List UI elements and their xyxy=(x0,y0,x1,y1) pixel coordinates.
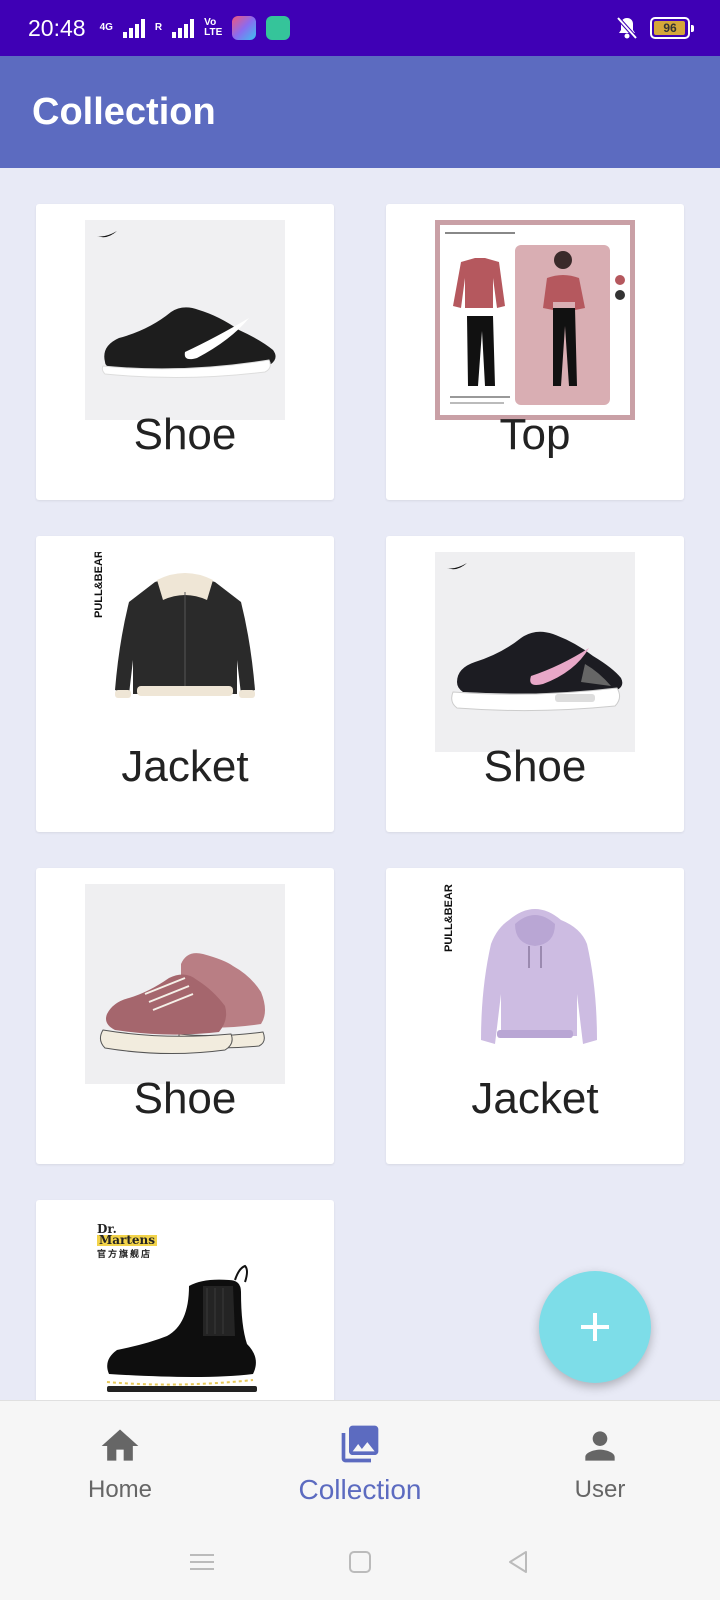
nav-item-collection[interactable]: Collection xyxy=(240,1401,480,1524)
item-label: Top xyxy=(499,410,571,459)
roaming-indicator: R xyxy=(154,22,163,33)
nav-item-home[interactable]: Home xyxy=(0,1401,240,1524)
brand-logo: PULL&BEAR xyxy=(443,884,455,952)
collection-card[interactable]: Dr. Martens 官方旗舰店 xyxy=(36,1200,334,1400)
collection-card[interactable]: Top xyxy=(386,204,684,500)
item-image xyxy=(85,884,285,1084)
battery-icon: 96 xyxy=(650,17,694,39)
item-image xyxy=(435,552,635,752)
item-label: Shoe xyxy=(483,742,587,791)
bell-off-icon xyxy=(616,16,638,40)
home-button-icon[interactable] xyxy=(346,1548,374,1576)
nav-label: Collection xyxy=(298,1473,422,1505)
item-image: PULL&BEAR xyxy=(85,552,285,752)
collection-card[interactable]: PULL&BEAR Jacket xyxy=(36,536,334,832)
nav-label: User xyxy=(574,1475,626,1503)
brand-logo: Dr. Martens 官方旗舰店 xyxy=(97,1222,158,1260)
nav-label: Home xyxy=(87,1475,153,1503)
status-time: 20:48 xyxy=(28,14,86,41)
volte-icon: Vo LTE xyxy=(204,17,223,38)
bottom-navigation: Home Collection User xyxy=(0,1400,720,1524)
page-title: Collection xyxy=(32,90,216,133)
back-icon[interactable] xyxy=(504,1548,532,1576)
item-image: Dr. Martens 官方旗舰店 xyxy=(85,1216,285,1400)
item-label: Jacket xyxy=(471,1074,599,1123)
add-item-button[interactable] xyxy=(539,1271,651,1383)
status-icons: 4G R Vo LTE xyxy=(100,16,291,40)
signal-icon-2 xyxy=(172,18,195,38)
collection-grid: Shoe Top PULL&BEAR Jacket Shoe Shoe PULL… xyxy=(0,168,720,1400)
user-icon xyxy=(576,1422,624,1470)
system-navigation xyxy=(0,1524,720,1600)
brand-logo: PULL&BEAR xyxy=(93,552,105,618)
status-bar: 20:48 4G R Vo LTE 96 xyxy=(0,0,720,56)
app-notification-icon xyxy=(232,16,257,40)
collection-card[interactable]: PULL&BEAR Jacket xyxy=(386,868,684,1164)
plus-icon xyxy=(581,1313,609,1341)
item-label: Shoe xyxy=(133,1074,237,1123)
collection-icon xyxy=(336,1420,384,1468)
collection-card[interactable]: Shoe xyxy=(386,536,684,832)
item-image: PULL&BEAR xyxy=(435,884,635,1084)
app-bar: Collection xyxy=(0,56,720,168)
item-label: Jacket xyxy=(121,742,249,791)
collection-card[interactable]: Shoe xyxy=(36,204,334,500)
nav-item-user[interactable]: User xyxy=(480,1401,720,1524)
network-type: 4G xyxy=(99,22,113,33)
item-label: Shoe xyxy=(133,410,237,459)
item-image xyxy=(435,220,635,420)
app-notification-icon-2 xyxy=(266,16,291,40)
item-image xyxy=(85,220,285,420)
status-right: 96 xyxy=(616,16,694,40)
home-icon xyxy=(96,1422,144,1470)
signal-icon xyxy=(122,18,145,38)
collection-card[interactable]: Shoe xyxy=(36,868,334,1164)
menu-icon[interactable] xyxy=(188,1550,216,1574)
battery-level: 96 xyxy=(663,21,677,35)
